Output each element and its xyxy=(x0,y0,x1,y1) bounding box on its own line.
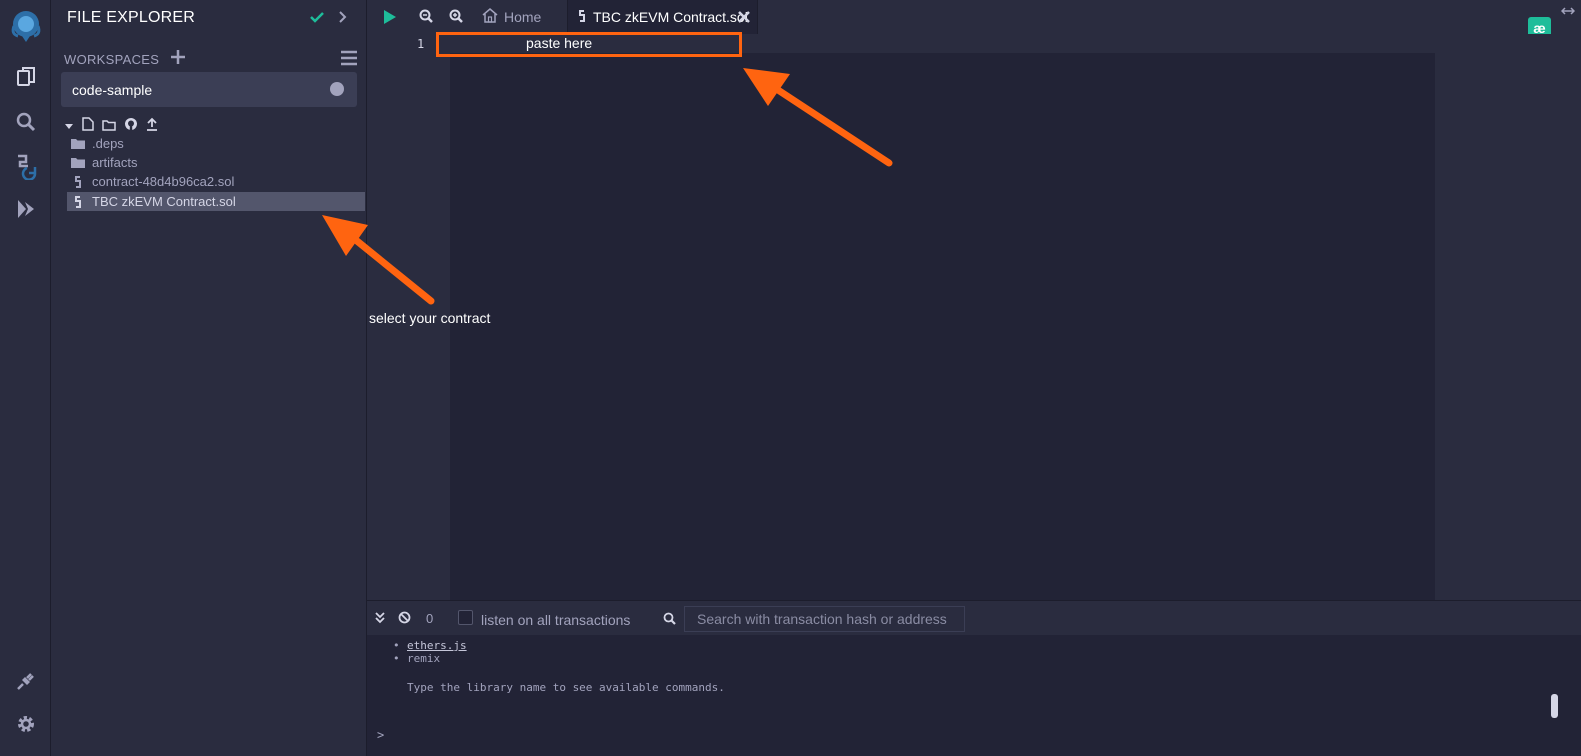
terminal-help-text: Type the library name to see available c… xyxy=(407,681,725,694)
home-icon xyxy=(482,8,498,26)
tree-item-deps[interactable]: .deps xyxy=(67,134,365,153)
icon-rail xyxy=(0,0,51,756)
terminal-output[interactable]: • ethers.js • remix Type the library nam… xyxy=(367,635,1581,756)
list-bullet: • xyxy=(393,652,400,665)
terminal-toolbar: 0 listen on all transactions xyxy=(367,600,1581,635)
search-icon xyxy=(663,612,676,630)
workspace-select[interactable]: code-sample xyxy=(61,72,357,107)
transaction-search-input[interactable] xyxy=(684,606,965,632)
close-tab-icon[interactable] xyxy=(738,10,750,26)
remix-logo-icon[interactable] xyxy=(0,8,51,44)
chevron-right-icon[interactable] xyxy=(338,9,348,30)
solidity-file-icon xyxy=(71,175,85,189)
folder-icon xyxy=(71,157,85,168)
tree-item-artifacts[interactable]: artifacts xyxy=(67,153,365,172)
listen-checkbox[interactable] xyxy=(458,610,473,625)
solidity-file-icon xyxy=(71,195,85,209)
tree-item-tbc-zkevm-contract[interactable]: TBC zkEVM Contract.sol xyxy=(67,192,365,211)
workspace-menu-icon[interactable] xyxy=(340,50,358,71)
tab-tbc-zkevm-contract[interactable]: TBC zkEVM Contract.sol xyxy=(567,0,758,34)
tree-item-label: .deps xyxy=(92,136,124,151)
editor-minimap[interactable] xyxy=(1435,34,1581,600)
terminal-prompt: > xyxy=(377,728,385,742)
tree-item-label: TBC zkEVM Contract.sol xyxy=(92,194,236,209)
tab-label: TBC zkEVM Contract.sol xyxy=(593,9,748,25)
expand-horizontal-icon[interactable] xyxy=(1560,4,1576,22)
panel-title: FILE EXPLORER xyxy=(67,9,195,26)
workspaces-label: WORKSPACES xyxy=(64,52,160,67)
file-explorer-panel: FILE EXPLORER WORKSPACES code-sample .de xyxy=(51,0,367,756)
folder-icon xyxy=(71,138,85,149)
listen-label: listen on all transactions xyxy=(481,612,631,628)
tab-home[interactable]: Home xyxy=(482,0,541,34)
select-arrows-icon xyxy=(330,82,344,96)
paste-here-annotation: paste here xyxy=(526,35,593,51)
file-explorer-icon[interactable] xyxy=(0,66,51,88)
list-bullet: • xyxy=(393,639,400,652)
plugin-manager-icon[interactable] xyxy=(0,670,51,692)
run-play-icon[interactable] xyxy=(383,9,397,30)
workspace-select-value: code-sample xyxy=(72,81,153,98)
search-icon[interactable] xyxy=(0,111,51,133)
deploy-run-icon[interactable] xyxy=(0,197,51,221)
terminal-scrollbar[interactable] xyxy=(1551,694,1558,718)
tab-label: Home xyxy=(504,9,542,25)
caret-down-icon[interactable] xyxy=(64,118,74,136)
tree-item-label: artifacts xyxy=(92,155,138,170)
library-link-ethers[interactable]: ethers.js xyxy=(407,639,467,652)
remix-ide: FILE EXPLORER WORKSPACES code-sample .de xyxy=(0,0,1581,756)
pending-tx-count: 0 xyxy=(426,611,434,626)
solidity-compiler-icon[interactable] xyxy=(0,152,51,180)
select-contract-annotation: select your contract xyxy=(369,310,491,326)
create-workspace-icon[interactable] xyxy=(170,49,186,70)
library-item-remix: remix xyxy=(407,652,441,665)
clear-console-icon[interactable] xyxy=(398,611,411,629)
tree-item-contract-48d4b96ca2[interactable]: contract-48d4b96ca2.sol xyxy=(67,172,365,191)
tree-item-label: contract-48d4b96ca2.sol xyxy=(92,174,235,189)
collapse-terminal-icon[interactable] xyxy=(375,611,385,629)
zoom-out-icon[interactable] xyxy=(419,9,433,28)
code-editor[interactable] xyxy=(450,34,1435,600)
settings-gear-icon[interactable] xyxy=(0,713,51,735)
new-folder-icon[interactable] xyxy=(102,118,116,136)
check-icon xyxy=(309,9,325,30)
zoom-in-icon[interactable] xyxy=(449,9,463,28)
solidity-file-icon xyxy=(577,9,587,26)
line-number: 1 xyxy=(417,37,425,51)
editor-tab-bar: Home TBC zkEVM Contract.sol xyxy=(367,0,1581,34)
